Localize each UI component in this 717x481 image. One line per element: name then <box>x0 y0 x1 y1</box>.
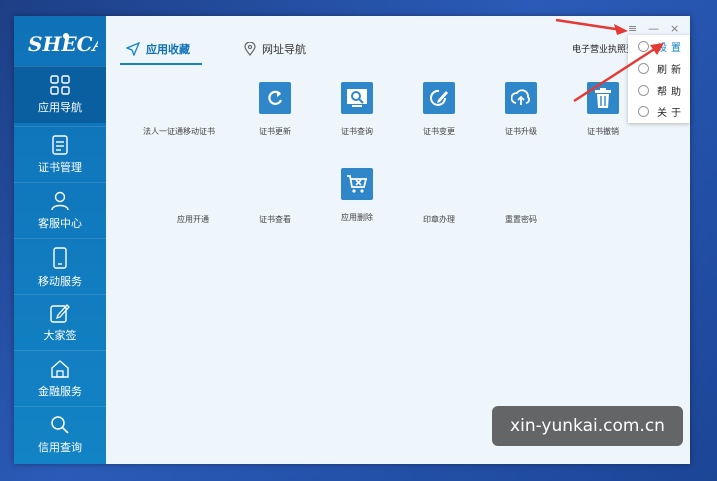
arrow-to-menu <box>555 18 623 32</box>
arrow-to-settings <box>573 46 657 103</box>
site-watermark: xin-yunkai.com.cn <box>492 406 683 446</box>
